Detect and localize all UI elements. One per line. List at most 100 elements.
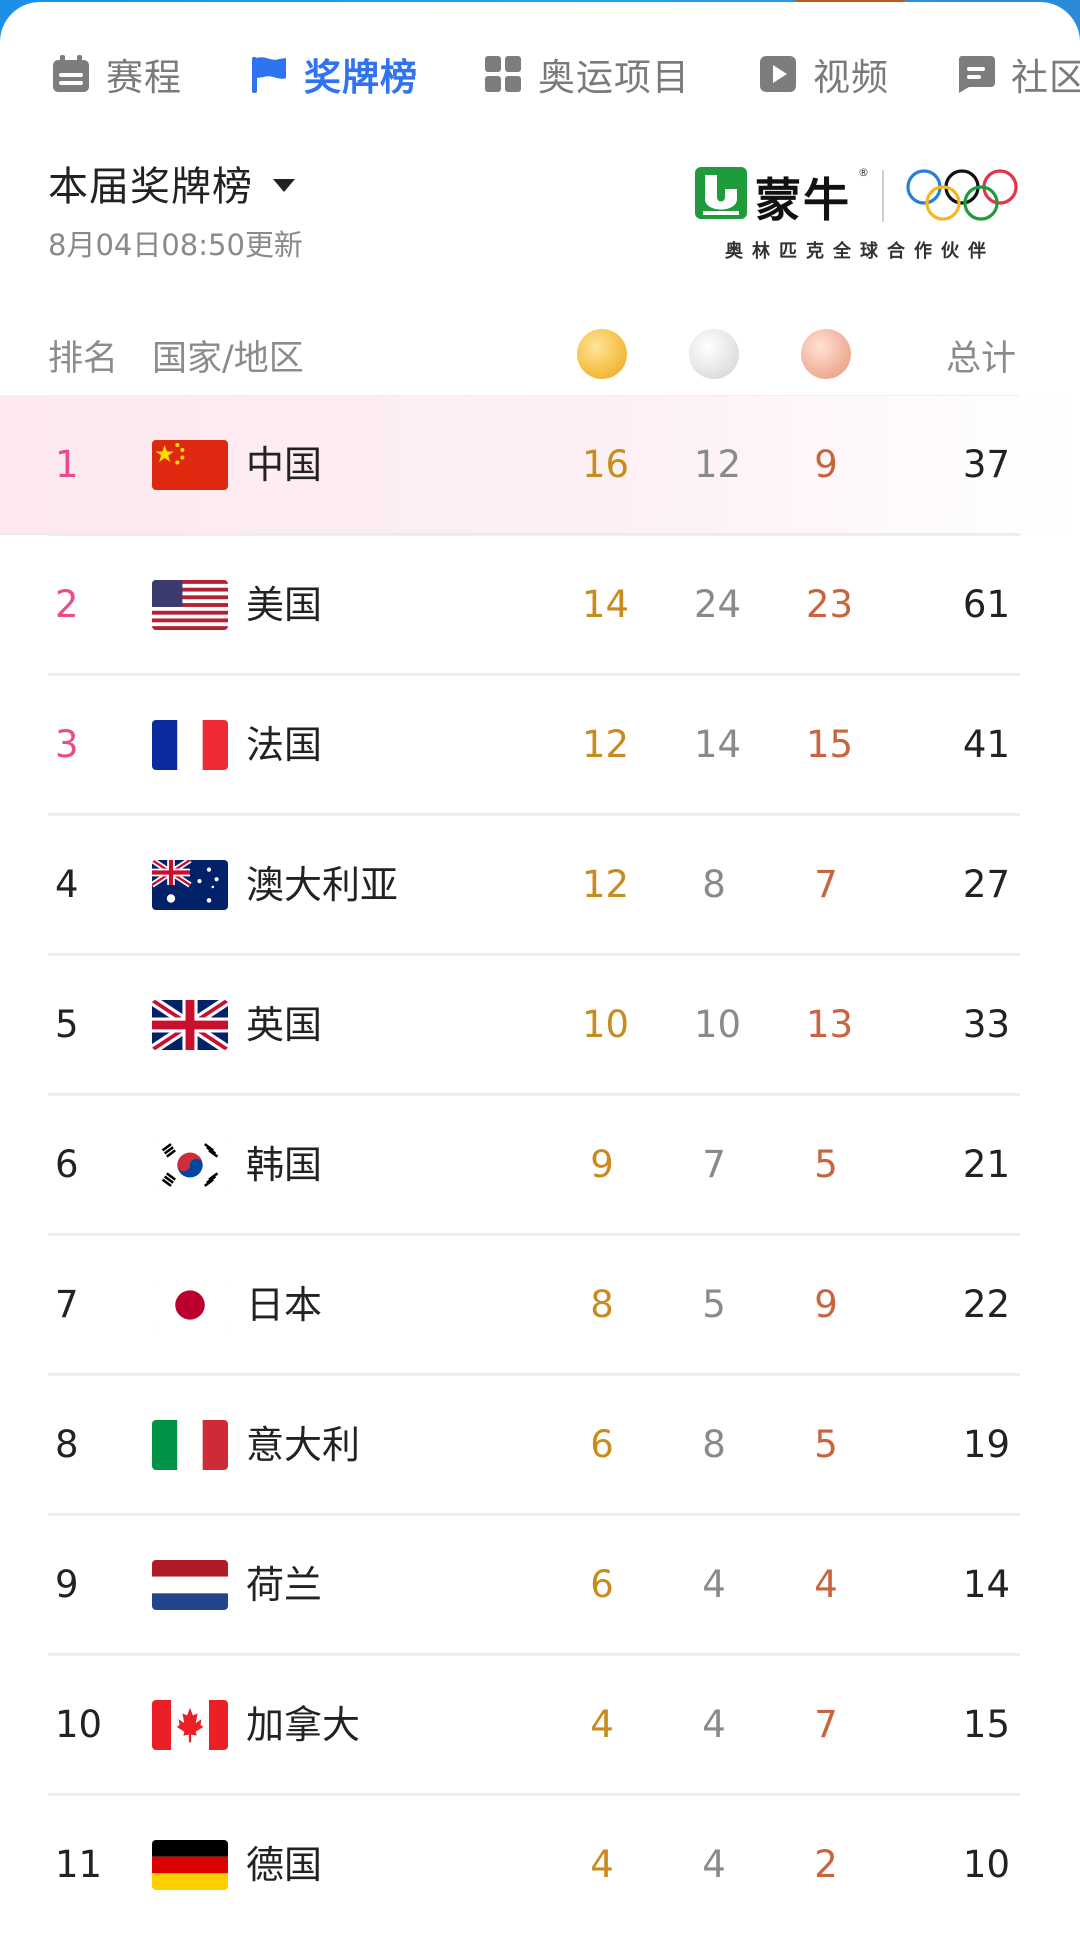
netherlands-flag-icon: [152, 1560, 228, 1610]
canada-flag-icon: [152, 1700, 228, 1750]
row-total: 22: [962, 1283, 1010, 1326]
table-row[interactable]: 2 美国 14 24 23 61: [0, 535, 1080, 675]
row-silver: 12: [694, 443, 742, 486]
row-bronze: 7: [814, 863, 838, 906]
row-bronze: 5: [814, 1143, 838, 1186]
table-row[interactable]: 11 德国 4 4 2 10: [0, 1795, 1080, 1935]
medal-table-selector[interactable]: 本届奖牌榜: [48, 154, 295, 212]
row-bronze: 7: [814, 1703, 838, 1746]
row-country: 荷兰: [246, 1563, 323, 1607]
table-row[interactable]: 7 日本 8 5 9 22: [0, 1235, 1080, 1375]
row-silver: 10: [694, 1003, 742, 1046]
sponsor-logo: 蒙牛 ® 奥林匹克全球合作伙伴: [690, 162, 1030, 262]
row-country: 英国: [246, 1003, 323, 1047]
table-header: 排名 国家/地区 总计: [0, 320, 1080, 388]
row-rank: 7: [55, 1283, 79, 1326]
row-silver: 4: [702, 1843, 726, 1886]
row-total: 33: [962, 1003, 1010, 1046]
row-rank: 6: [55, 1143, 79, 1186]
row-gold: 9: [590, 1143, 614, 1186]
row-gold: 4: [590, 1703, 614, 1746]
row-gold: 14: [582, 583, 630, 626]
table-row[interactable]: 9 荷兰 6 4 4 14: [0, 1515, 1080, 1655]
registered-mark-icon: ®: [858, 166, 869, 179]
row-silver: 4: [702, 1563, 726, 1606]
row-gold: 12: [582, 863, 630, 906]
row-rank: 5: [55, 1003, 79, 1046]
row-gold: 10: [582, 1003, 630, 1046]
row-rank: 8: [55, 1423, 79, 1466]
row-total: 21: [962, 1143, 1010, 1186]
row-country: 澳大利亚: [246, 863, 399, 907]
row-silver: 14: [694, 723, 742, 766]
table-row[interactable]: 4 澳大利亚 12 8 7 27: [0, 815, 1080, 955]
row-bronze: 13: [806, 1003, 854, 1046]
usa-flag-icon: [152, 580, 228, 630]
row-total: 19: [962, 1423, 1010, 1466]
china-flag-icon: [152, 440, 228, 490]
table-row[interactable]: 5 英国 10 10 13 33: [0, 955, 1080, 1095]
row-bronze: 15: [806, 723, 854, 766]
row-country: 日本: [246, 1283, 323, 1327]
row-total: 37: [962, 443, 1010, 486]
tab-schedule[interactable]: 赛程: [50, 46, 182, 102]
row-rank: 9: [55, 1563, 79, 1606]
sponsor-tagline: 奥林匹克全球合作伙伴: [725, 241, 995, 262]
row-bronze: 9: [814, 443, 838, 486]
tab-video-label: 视频: [813, 56, 889, 99]
grid-icon: [482, 53, 524, 95]
tab-community-label: 社区: [1011, 56, 1080, 99]
medal-table-body: 1 中国 16 12 9 37 2 美国 14 24 23 61 3 法国 12…: [0, 395, 1080, 1935]
row-rank: 1: [55, 443, 79, 486]
row-gold: 4: [590, 1843, 614, 1886]
chat-icon: [955, 53, 997, 95]
row-rank: 3: [55, 723, 79, 766]
row-total: 61: [962, 583, 1010, 626]
row-bronze: 4: [814, 1563, 838, 1606]
calendar-icon: [50, 53, 92, 95]
row-total: 14: [962, 1563, 1010, 1606]
row-rank: 11: [55, 1843, 103, 1886]
medal-table-card: 赛程 奖牌榜 奥运项目 视频 社区 本届奖牌榜 8月04日08:50更新 蒙牛 …: [0, 2, 1080, 1935]
row-country: 法国: [246, 723, 323, 767]
row-total: 41: [962, 723, 1010, 766]
row-silver: 7: [702, 1143, 726, 1186]
tab-medal-table-label: 奖牌榜: [304, 56, 418, 99]
row-silver: 4: [702, 1703, 726, 1746]
row-silver: 8: [702, 1423, 726, 1466]
silver-medal-icon: [689, 329, 739, 379]
table-row[interactable]: 6 韩国 9 7 5 21: [0, 1095, 1080, 1235]
row-rank: 4: [55, 863, 79, 906]
table-row[interactable]: 1 中国 16 12 9 37: [0, 395, 1080, 535]
mengniu-logo-icon: [695, 167, 747, 219]
row-country: 美国: [246, 583, 323, 627]
tab-medal-table[interactable]: 奖牌榜: [248, 46, 418, 102]
row-rank: 10: [55, 1703, 103, 1746]
row-silver: 24: [694, 583, 742, 626]
row-silver: 8: [702, 863, 726, 906]
row-bronze: 9: [814, 1283, 838, 1326]
page-title: 本届奖牌榜: [48, 164, 253, 210]
gold-medal-icon: [577, 329, 627, 379]
germany-flag-icon: [152, 1840, 228, 1890]
flag-icon: [248, 53, 290, 95]
row-total: 27: [962, 863, 1010, 906]
row-bronze: 5: [814, 1423, 838, 1466]
france-flag-icon: [152, 720, 228, 770]
table-row[interactable]: 10 加拿大 4 4 7 15: [0, 1655, 1080, 1795]
tab-video[interactable]: 视频: [757, 46, 889, 102]
tab-community[interactable]: 社区: [955, 46, 1080, 102]
table-row[interactable]: 8 意大利 6 8 5 19: [0, 1375, 1080, 1515]
tab-olympic-sports[interactable]: 奥运项目: [482, 46, 690, 102]
play-icon: [757, 53, 799, 95]
australia-flag-icon: [152, 860, 228, 910]
table-row[interactable]: 3 法国 12 14 15 41: [0, 675, 1080, 815]
caret-down-icon: [273, 178, 295, 192]
row-country: 意大利: [246, 1423, 361, 1467]
olympic-rings-icon: [906, 169, 1018, 221]
row-country: 中国: [246, 443, 323, 487]
bronze-medal-icon: [801, 329, 851, 379]
sponsor-brand: 蒙牛: [755, 173, 851, 227]
column-country: 国家/地区: [152, 339, 304, 379]
row-country: 韩国: [246, 1143, 323, 1187]
